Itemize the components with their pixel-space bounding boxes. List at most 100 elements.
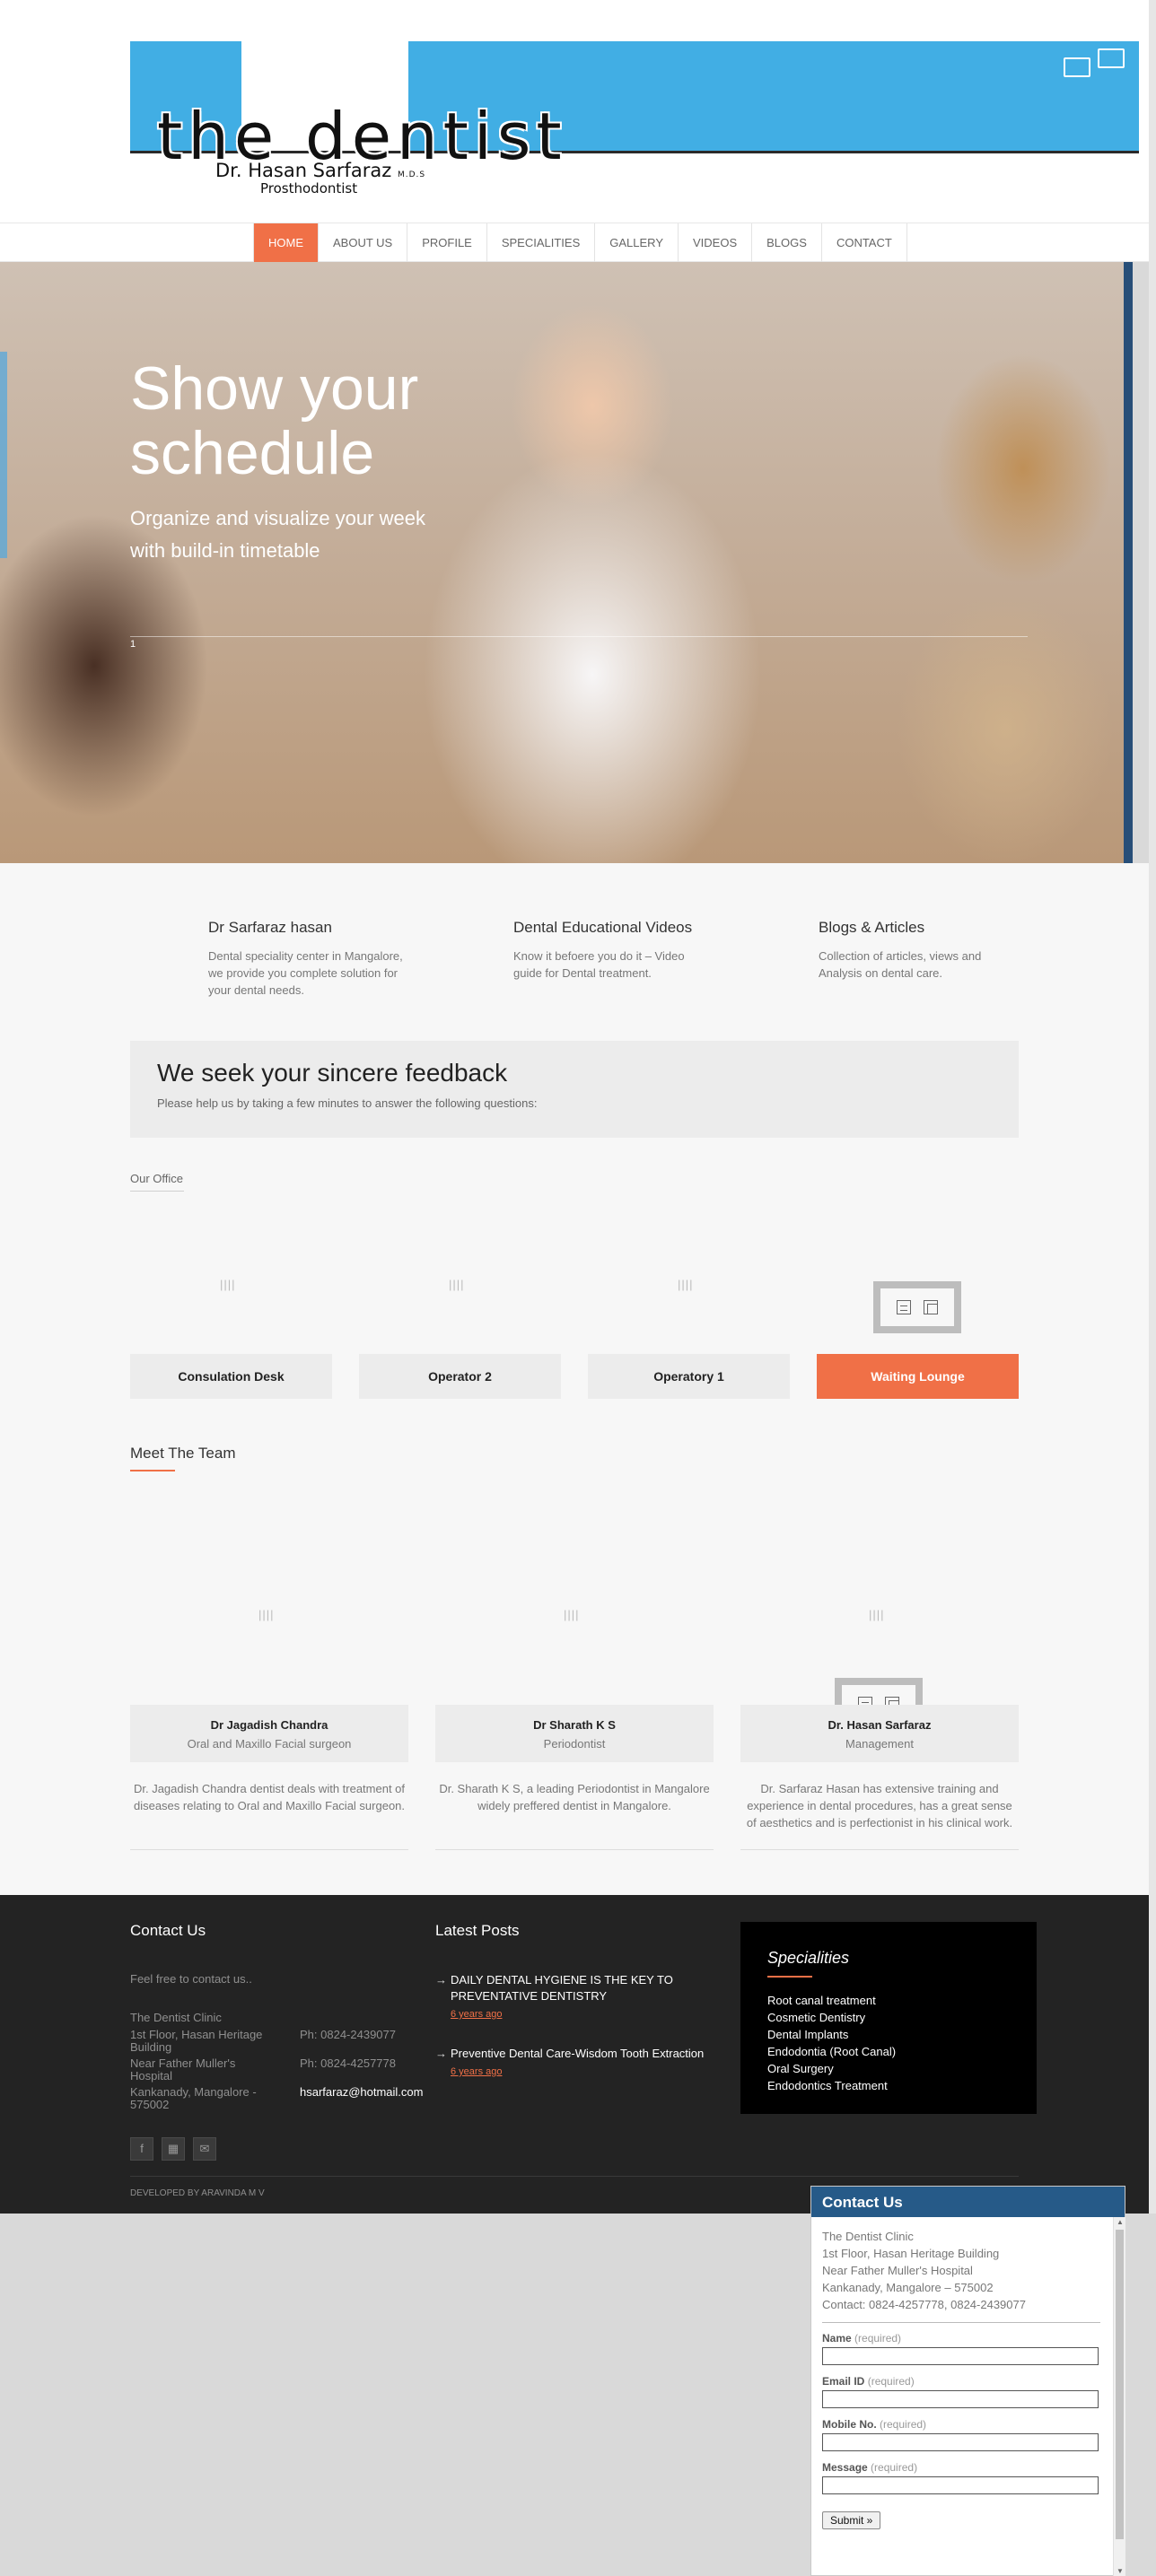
divider bbox=[740, 1849, 1019, 1850]
contact-popup: Contact Us The Dentist Clinic 1st Floor,… bbox=[810, 2186, 1125, 2576]
scroll-up-icon[interactable]: ▲ bbox=[1117, 2218, 1124, 2226]
name-field: Name (required) bbox=[822, 2332, 1100, 2365]
copy-icon[interactable] bbox=[924, 1300, 938, 1314]
post-date[interactable]: 6 years ago bbox=[451, 2064, 720, 2080]
address-line: The Dentist Clinic bbox=[822, 2230, 914, 2243]
label-text: Message bbox=[822, 2461, 868, 2474]
feature-block: Dr Sarfaraz hasan Dental speciality cent… bbox=[208, 919, 410, 999]
email-input[interactable] bbox=[822, 2390, 1099, 2408]
divider bbox=[435, 1849, 714, 1850]
nav-item-profile[interactable]: PROFILE bbox=[407, 223, 487, 262]
team-card[interactable]: Dr Sharath K S Periodontist bbox=[435, 1705, 714, 1762]
nav-item-gallery[interactable]: GALLERY bbox=[595, 223, 679, 262]
slider-right-edge bbox=[1124, 262, 1133, 863]
page-scrollbar[interactable] bbox=[1149, 0, 1156, 2214]
nav-item-specialities[interactable]: SPECIALITIES bbox=[487, 223, 596, 262]
loading-indicator: |||| bbox=[678, 1278, 694, 1291]
feedback-banner[interactable]: We seek your sincere feedback Please hel… bbox=[130, 1041, 1019, 1138]
hero-subtitle: Organize and visualize your week with bu… bbox=[130, 507, 425, 562]
speciality-item[interactable]: Root canal treatment bbox=[767, 1992, 896, 2009]
phone-number: Ph: 0824-2439077 bbox=[300, 2028, 396, 2041]
contact-intro: Feel free to contact us.. bbox=[130, 1972, 252, 1986]
popup-address: The Dentist Clinic 1st Floor, Hasan Heri… bbox=[822, 2228, 1100, 2313]
slide-number: 1 bbox=[130, 639, 136, 650]
submit-button[interactable]: Submit » bbox=[822, 2511, 881, 2529]
nav-item-about-us[interactable]: ABOUT US bbox=[319, 223, 408, 262]
feature-block: Blogs & Articles Collection of articles,… bbox=[819, 919, 1020, 982]
scroll-down-icon[interactable]: ▼ bbox=[1117, 2567, 1124, 2575]
address-line: Kankanady, Mangalore – 575002 bbox=[822, 2281, 994, 2294]
post-item[interactable]: → DAILY DENTAL HYGIENE IS THE KEY TO PRE… bbox=[435, 1972, 720, 2022]
post-date[interactable]: 6 years ago bbox=[451, 2006, 720, 2022]
office-tab[interactable]: Operatory 1 bbox=[588, 1354, 790, 1399]
team-card[interactable]: Dr Jagadish Chandra Oral and Maxillo Fac… bbox=[130, 1705, 408, 1762]
mobile-field: Mobile No. (required) bbox=[822, 2418, 1100, 2451]
post-title[interactable]: DAILY DENTAL HYGIENE IS THE KEY TO PREVE… bbox=[451, 1973, 673, 2003]
office-section-label: Our Office bbox=[130, 1172, 184, 1192]
developer-credit: DEVELOPED BY ARAVINDA M V bbox=[130, 2188, 265, 2198]
mobile-input[interactable] bbox=[822, 2433, 1099, 2451]
document-icon[interactable] bbox=[897, 1300, 911, 1314]
team-title-underline bbox=[130, 1470, 175, 1471]
nav-items: HOME ABOUT US PROFILE SPECIALITIES GALLERY VI… bbox=[253, 223, 907, 262]
mail-icon[interactable]: ✉ bbox=[193, 2137, 216, 2161]
popup-title[interactable]: Contact Us bbox=[811, 2187, 1125, 2217]
speciality-item[interactable]: Endodontia (Root Canal) bbox=[767, 2043, 896, 2060]
name-input[interactable] bbox=[822, 2347, 1099, 2365]
office-tab[interactable]: Consulation Desk bbox=[130, 1354, 332, 1399]
feature-title[interactable]: Dental Educational Videos bbox=[513, 919, 715, 937]
nav-item-blogs[interactable]: BLOGS bbox=[752, 223, 822, 262]
clinic-address: Kankanady, Mangalore - 575002 bbox=[130, 2085, 257, 2111]
arrow-icon: → bbox=[435, 1973, 447, 1987]
speciality-item[interactable]: Endodontics Treatment bbox=[767, 2077, 896, 2094]
team-card[interactable]: Dr. Hasan Sarfaraz Management bbox=[740, 1705, 1019, 1762]
office-tab[interactable]: Operator 2 bbox=[359, 1354, 561, 1399]
feature-block: Dental Educational Videos Know it befoer… bbox=[513, 919, 715, 982]
facebook-icon[interactable]: f bbox=[130, 2137, 153, 2161]
image-overlay bbox=[873, 1281, 961, 1333]
team-member-desc: Dr. Jagadish Chandra dentist deals with … bbox=[133, 1782, 406, 1812]
logo-doctor: Dr. Hasan Sarfaraz M.D.S bbox=[215, 160, 425, 181]
team-member-name: Dr. Hasan Sarfaraz bbox=[828, 1718, 932, 1732]
nav-item-home[interactable]: HOME bbox=[254, 223, 319, 262]
divider bbox=[130, 1849, 408, 1850]
team-member-role: Management bbox=[845, 1737, 914, 1751]
logo-doctor-name: Dr. Hasan Sarfaraz bbox=[215, 160, 392, 181]
required-hint: (required) bbox=[867, 2375, 915, 2388]
hero-slider[interactable]: Show your schedule Organize and visualiz… bbox=[0, 262, 1133, 863]
feature-text: Know it befoere you do it – Video guide … bbox=[513, 949, 685, 980]
nav-item-contact[interactable]: CONTACT bbox=[822, 223, 907, 262]
nav-item-videos[interactable]: VIDEOS bbox=[679, 223, 753, 262]
site-logo[interactable]: the dentist Dr. Hasan Sarfaraz M.D.S Pro… bbox=[130, 41, 1139, 198]
calendar-icon[interactable]: ▦ bbox=[162, 2137, 185, 2161]
address-line: 1st Floor, Hasan Heritage Building bbox=[822, 2247, 1000, 2260]
feature-title[interactable]: Blogs & Articles bbox=[819, 919, 1020, 937]
window-icon[interactable] bbox=[1064, 57, 1090, 77]
feedback-title: We seek your sincere feedback bbox=[157, 1059, 508, 1087]
speciality-item[interactable]: Cosmetic Dentistry bbox=[767, 2009, 896, 2026]
message-input[interactable] bbox=[822, 2476, 1099, 2494]
post-title[interactable]: Preventive Dental Care-Wisdom Tooth Extr… bbox=[451, 2047, 704, 2060]
arrow-icon: → bbox=[435, 2047, 447, 2060]
feature-text: Dental speciality center in Mangalore, w… bbox=[208, 949, 403, 997]
feature-title[interactable]: Dr Sarfaraz hasan bbox=[208, 919, 410, 937]
speciality-item[interactable]: Oral Surgery bbox=[767, 2060, 896, 2077]
team-member-name: Dr Jagadish Chandra bbox=[210, 1718, 328, 1732]
window-icon[interactable] bbox=[1098, 48, 1125, 68]
popup-scrollbar[interactable]: ▲ ▼ bbox=[1113, 2217, 1125, 2576]
clinic-address: Near Father Muller's Hospital bbox=[130, 2056, 236, 2083]
post-item[interactable]: → Preventive Dental Care-Wisdom Tooth Ex… bbox=[435, 2046, 720, 2080]
address-line: Contact: 0824-4257778, 0824-2439077 bbox=[822, 2298, 1026, 2311]
scroll-thumb[interactable] bbox=[1116, 2230, 1124, 2539]
office-tab-active[interactable]: Waiting Lounge bbox=[817, 1354, 1019, 1399]
field-label: Mobile No. (required) bbox=[822, 2418, 1100, 2431]
team-title: Meet The Team bbox=[130, 1445, 236, 1462]
email-link[interactable]: hsarfaraz@hotmail.com bbox=[300, 2086, 423, 2099]
team-member-role: Oral and Maxillo Facial surgeon bbox=[187, 1737, 352, 1751]
main-content: Dr Sarfaraz hasan Dental speciality cent… bbox=[0, 863, 1156, 1895]
phone-number: Ph: 0824-4257778 bbox=[300, 2056, 396, 2070]
loading-indicator: |||| bbox=[220, 1278, 236, 1291]
label-text: Name bbox=[822, 2332, 852, 2345]
address-line: Near Father Muller's Hospital bbox=[822, 2264, 973, 2277]
speciality-item[interactable]: Dental Implants bbox=[767, 2026, 896, 2043]
